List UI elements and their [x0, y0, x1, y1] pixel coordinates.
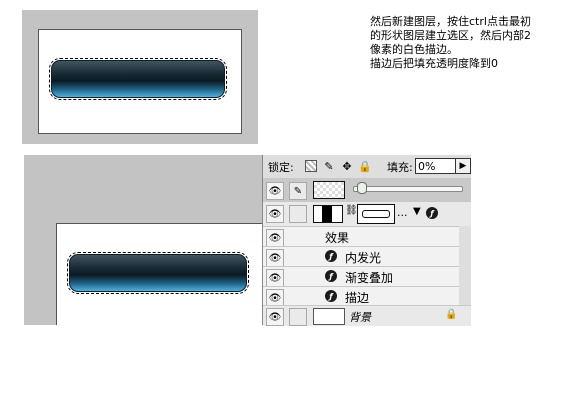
fx-icon[interactable]: ƒ: [426, 207, 438, 219]
layers-panel: 锁定: ✎ ✥ 🔒 填充: ▶ 👁 ✎ 👁 ⛓ ... ▼ ƒ 👁 效果 👁 ƒ…: [262, 155, 471, 326]
shape-button-preview-top: [49, 58, 227, 100]
background-thumbnail: [313, 308, 345, 325]
fx-icon: ƒ: [325, 270, 337, 282]
lock-transparent-icon[interactable]: [305, 160, 317, 172]
eye-icon[interactable]: 👁: [266, 205, 284, 223]
vector-mask-thumbnail: [357, 204, 395, 224]
background-layer-label: 背景: [349, 311, 371, 324]
effect-label: 内发光: [345, 251, 382, 265]
effect-row-stroke[interactable]: 👁 ƒ 描边: [263, 286, 459, 307]
instruction-line-2: 的形状图层建立选区，然后内部2: [370, 29, 531, 42]
layer-row-background[interactable]: 👁 背景 🔒: [263, 305, 471, 326]
fill-label: 填充:: [387, 161, 413, 174]
brush-icon[interactable]: ✎: [323, 160, 335, 173]
link-box[interactable]: [289, 205, 307, 223]
effect-row-gradient-overlay[interactable]: 👁 ƒ 渐变叠加: [263, 266, 459, 287]
move-icon[interactable]: ✥: [341, 160, 353, 173]
instruction-line-3: 像素的白色描边。: [370, 43, 458, 56]
layer-row-shape[interactable]: 👁 ⛓ ... ▼ ƒ: [263, 201, 471, 226]
eye-icon[interactable]: 👁: [266, 308, 284, 326]
instruction-line-1: 然后新建图层，按住ctrl点击最初: [370, 15, 531, 28]
document-area-bottom: [56, 223, 270, 325]
effect-row-inner-glow[interactable]: 👁 ƒ 内发光: [263, 246, 459, 267]
link-box[interactable]: [289, 308, 307, 326]
fill-slider-track[interactable]: [353, 186, 463, 192]
fx-icon: ƒ: [325, 290, 337, 302]
eye-icon[interactable]: 👁: [266, 182, 284, 200]
eye-icon[interactable]: 👁: [266, 269, 284, 287]
layer-name-truncated: ...: [397, 206, 408, 219]
layer-row-new[interactable]: 👁 ✎: [263, 178, 471, 201]
lock-icon: 🔒: [445, 309, 458, 320]
canvas-preview-bottom: [24, 155, 270, 325]
chain-icon[interactable]: ⛓: [345, 205, 358, 219]
instruction-text: 然后新建图层，按住ctrl点击最初 的形状图层建立选区，然后内部2 像素的白色描…: [370, 15, 565, 71]
expand-effects-arrow-icon[interactable]: ▼: [413, 206, 421, 217]
effect-label: 渐变叠加: [345, 271, 394, 285]
canvas-preview-top: [22, 10, 258, 144]
lock-row: 锁定: ✎ ✥ 🔒 填充: ▶: [263, 155, 471, 177]
fill-dropdown-arrow-icon[interactable]: ▶: [455, 158, 471, 174]
brush-icon[interactable]: ✎: [289, 182, 307, 200]
fill-slider-knob[interactable]: [357, 182, 367, 194]
effect-label: 描边: [345, 291, 370, 305]
shape-layer-thumbnail: [313, 205, 343, 223]
shape-button-preview-bottom: [67, 252, 249, 294]
instruction-line-4: 描边后把填充透明度降到0: [370, 57, 498, 70]
effects-label: 效果: [325, 231, 350, 245]
fx-icon: ƒ: [325, 250, 337, 262]
lock-label: 锁定:: [268, 161, 294, 174]
document-area-top: [38, 29, 242, 134]
effects-header-row[interactable]: 👁 效果: [263, 226, 459, 247]
eye-icon[interactable]: 👁: [266, 229, 284, 247]
layer-thumbnail-transparent: [313, 181, 345, 199]
lock-icon[interactable]: 🔒: [358, 160, 372, 173]
eye-icon[interactable]: 👁: [266, 249, 284, 267]
